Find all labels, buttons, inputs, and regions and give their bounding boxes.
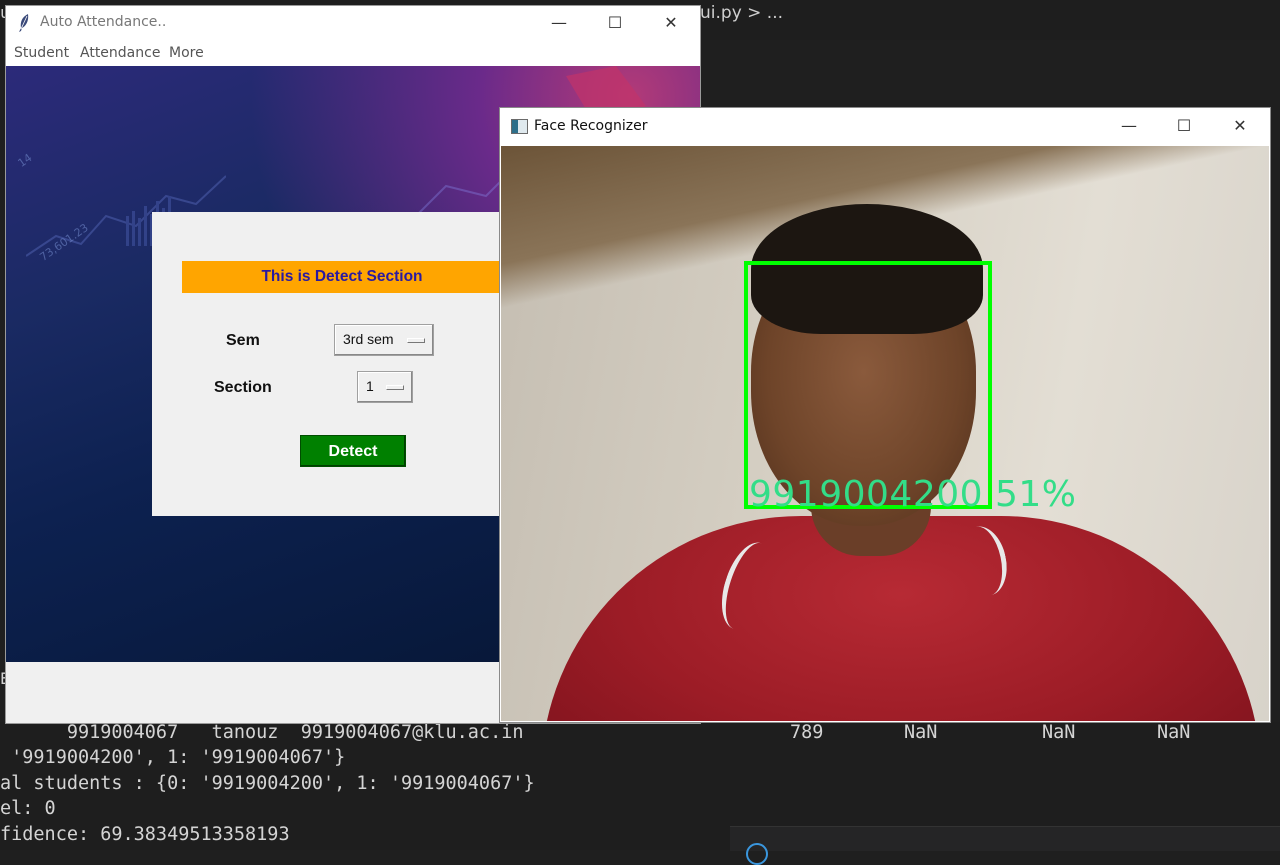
feather-icon (19, 14, 29, 32)
terminal-line: '9919004200', 1: '9919004067'} (0, 747, 346, 768)
sem-dropdown[interactable]: 3rd sem (334, 324, 434, 356)
maximize-button[interactable]: ☐ (1161, 109, 1207, 143)
minimize-button[interactable]: — (1106, 109, 1152, 143)
recognition-label: 9919004200 51% (749, 474, 1077, 515)
window-title: Face Recognizer (534, 118, 648, 134)
terminal-line: 9919004067 tanouz 9919004067@klu.ac.in (0, 722, 524, 743)
camera-feed: 9919004200 51% (501, 146, 1269, 721)
minimize-button[interactable]: — (536, 6, 582, 40)
menu-more[interactable]: More (169, 45, 204, 61)
detect-button[interactable]: Detect (300, 435, 406, 467)
dropdown-indicator-icon (407, 338, 425, 343)
app-icon (511, 119, 528, 134)
face-detection-box (744, 261, 992, 509)
close-button[interactable]: ✕ (648, 6, 694, 40)
menu-bar: Student Attendance More (6, 40, 700, 66)
notification-panel (730, 826, 1280, 865)
section-value: 1 (366, 378, 374, 394)
window-title: Auto Attendance.. (40, 14, 167, 30)
terminal-value: NaN (1157, 722, 1191, 743)
menu-student[interactable]: Student (14, 45, 69, 61)
maximize-button[interactable]: ☐ (592, 6, 638, 40)
section-label: Section (214, 379, 272, 396)
terminal-value: NaN (904, 722, 938, 743)
info-icon (746, 843, 768, 865)
terminal-line: el: 0 (0, 798, 56, 819)
sem-value: 3rd sem (343, 331, 394, 347)
close-button[interactable]: ✕ (1217, 109, 1263, 143)
section-dropdown[interactable]: 1 (357, 371, 413, 403)
title-bar[interactable]: Face Recognizer — ☐ ✕ (500, 108, 1270, 145)
menu-attendance[interactable]: Attendance (80, 45, 160, 61)
editor-breadcrumb[interactable]: ui.py > ... (700, 3, 783, 23)
title-bar[interactable]: Auto Attendance.. — ☐ ✕ (6, 6, 700, 40)
terminal-line: al students : {0: '9919004200', 1: '9919… (0, 773, 535, 794)
terminal-line: fidence: 69.38349513358193 (0, 824, 290, 845)
terminal-value: NaN (1042, 722, 1076, 743)
sem-label: Sem (226, 332, 260, 349)
terminal-value: 789 (790, 722, 824, 743)
detect-section-panel: This is Detect Section Sem 3rd sem Secti… (152, 212, 512, 516)
detect-section-heading: This is Detect Section (182, 261, 512, 293)
dropdown-indicator-icon (386, 385, 404, 390)
face-recognizer-window[interactable]: Face Recognizer — ☐ ✕ 9919004200 51% (500, 108, 1270, 722)
